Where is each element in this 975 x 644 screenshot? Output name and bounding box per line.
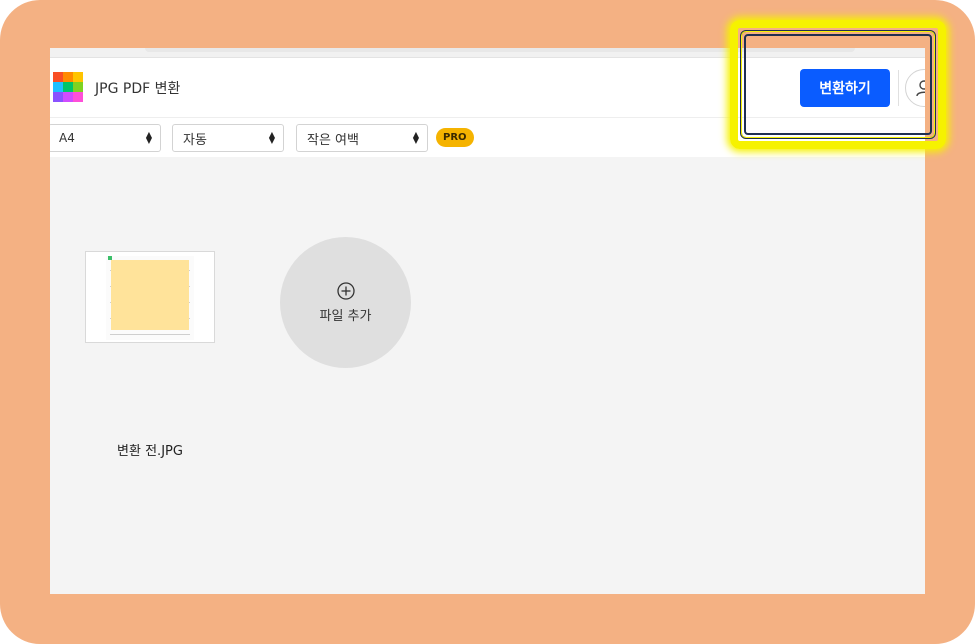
- file-thumbnail[interactable]: [85, 251, 215, 343]
- logo-tile: [53, 92, 63, 102]
- logo-tile: [63, 82, 73, 92]
- user-account-button[interactable]: [905, 69, 925, 107]
- file-name: 변환 전.JPG: [117, 444, 183, 459]
- thumbnail-line: [110, 334, 190, 335]
- logo-tile: [63, 92, 73, 102]
- convert-button[interactable]: 변환하기: [800, 69, 890, 107]
- logo-tile: [73, 92, 83, 102]
- add-file-label: 파일 추가: [319, 309, 372, 324]
- page-size-value: A4: [59, 131, 75, 145]
- user-icon: [916, 80, 925, 97]
- thumbnail-image-area: [111, 260, 189, 330]
- sort-arrows-icon: ▲ ▼: [412, 130, 419, 145]
- logo-tile: [73, 72, 83, 82]
- plus-circle-icon: [336, 282, 355, 300]
- orientation-select[interactable]: 자동 ▲ ▼: [172, 124, 284, 152]
- header-divider: [898, 70, 899, 106]
- logo-tile: [53, 82, 63, 92]
- app-title: JPG PDF 변환: [95, 81, 181, 97]
- add-file-button[interactable]: 파일 추가: [280, 237, 411, 368]
- sort-arrows-icon: ▲ ▼: [268, 130, 275, 145]
- app-header: JPG PDF 변환 변환하기: [50, 58, 925, 118]
- page-size-select[interactable]: A4 ▲ ▼: [50, 124, 161, 152]
- logo-tile: [73, 82, 83, 92]
- logo-tile: [63, 72, 73, 82]
- browser-top-strip: [50, 48, 925, 58]
- logo-tile: [53, 72, 63, 82]
- margin-value: 작은 여백: [307, 132, 359, 148]
- margin-select[interactable]: 작은 여백 ▲ ▼: [296, 124, 428, 152]
- app-logo-icon[interactable]: [53, 72, 83, 102]
- address-bar-edge: [145, 48, 855, 52]
- orientation-value: 자동: [183, 132, 207, 148]
- app-window: JPG PDF 변환 변환하기 A4 ▲ ▼ 자동 ▲ ▼ 작은 여백 ▲ ▼ PRO: [50, 48, 925, 594]
- options-toolbar: A4 ▲ ▼ 자동 ▲ ▼ 작은 여백 ▲ ▼ PRO: [50, 118, 925, 157]
- file-workspace: 변환 전.JPG 파일 추가: [50, 157, 925, 594]
- sort-arrows-icon: ▲ ▼: [145, 130, 152, 145]
- pro-badge[interactable]: PRO: [436, 128, 474, 147]
